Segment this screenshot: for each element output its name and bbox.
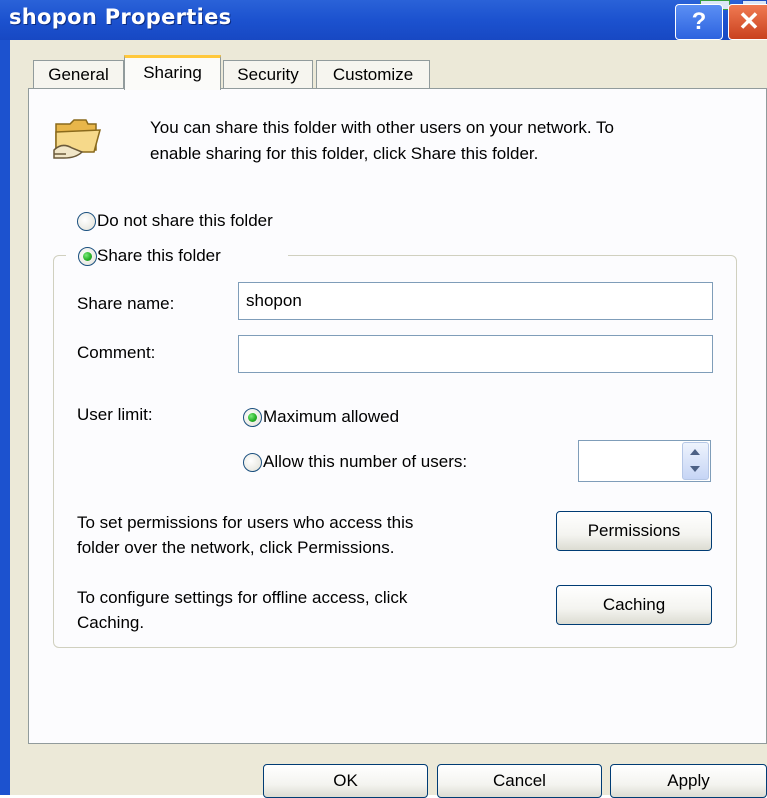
allow-number-label[interactable]: Allow this number of users: xyxy=(263,451,467,473)
cancel-button[interactable]: Cancel xyxy=(437,764,602,798)
tab-customize[interactable]: Customize xyxy=(316,60,430,88)
spinner-up-icon[interactable] xyxy=(690,449,700,455)
permissions-text-line1: To set permissions for users who access … xyxy=(77,513,414,532)
caching-button[interactable]: Caching xyxy=(556,585,712,625)
do-not-share-label[interactable]: Do not share this folder xyxy=(97,210,273,232)
tab-security[interactable]: Security xyxy=(223,60,313,88)
intro-text-line1: You can share this folder with other use… xyxy=(150,118,614,137)
spinner-buttons[interactable] xyxy=(682,442,709,480)
permissions-text-line2: folder over the network, click Permissio… xyxy=(77,538,395,557)
close-icon: ✕ xyxy=(738,6,760,36)
tab-sharing[interactable]: Sharing xyxy=(124,55,221,90)
comment-input[interactable] xyxy=(238,335,713,373)
window-title: shopon Properties xyxy=(9,5,232,29)
share-folder-radio[interactable] xyxy=(78,247,97,266)
caching-text-line2: Caching. xyxy=(77,613,145,632)
shared-folder-icon xyxy=(52,114,104,160)
allow-number-radio[interactable] xyxy=(243,453,262,472)
radio-selected-dot xyxy=(83,252,92,261)
share-name-label: Share name: xyxy=(77,294,175,313)
ok-button[interactable]: OK xyxy=(263,764,428,798)
close-button[interactable]: ✕ xyxy=(728,4,767,40)
maximum-allowed-label[interactable]: Maximum allowed xyxy=(263,406,399,428)
comment-label: Comment: xyxy=(77,343,156,362)
maximum-allowed-radio[interactable] xyxy=(243,408,262,427)
spinner-down-icon[interactable] xyxy=(690,466,700,472)
caching-text-line1: To configure settings for offline access… xyxy=(77,588,408,607)
help-icon: ? xyxy=(691,8,707,35)
share-folder-label[interactable]: Share this folder xyxy=(97,245,221,267)
user-limit-label: User limit: xyxy=(77,405,153,424)
window-frame xyxy=(0,40,10,795)
apply-button[interactable]: Apply xyxy=(610,764,767,798)
help-button[interactable]: ? xyxy=(675,4,723,40)
do-not-share-radio[interactable] xyxy=(77,212,96,231)
permissions-button[interactable]: Permissions xyxy=(556,511,712,551)
tab-general[interactable]: General xyxy=(33,60,124,88)
radio-selected-dot xyxy=(248,413,257,422)
share-name-input[interactable] xyxy=(238,282,713,320)
intro-text-line2: enable sharing for this folder, click Sh… xyxy=(150,144,539,163)
